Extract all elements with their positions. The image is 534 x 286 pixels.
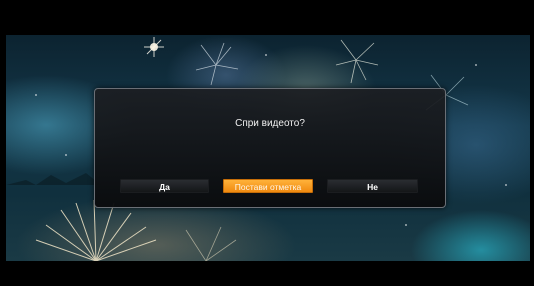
- tv-screen: Спри видеото? Да Постави отметка Не: [0, 0, 534, 286]
- stop-video-dialog: Спри видеото? Да Постави отметка Не: [94, 88, 446, 208]
- dialog-question: Спри видеото?: [235, 118, 305, 129]
- set-bookmark-button[interactable]: Постави отметка: [223, 179, 313, 193]
- yes-button[interactable]: Да: [120, 179, 209, 193]
- no-button[interactable]: Не: [327, 179, 418, 193]
